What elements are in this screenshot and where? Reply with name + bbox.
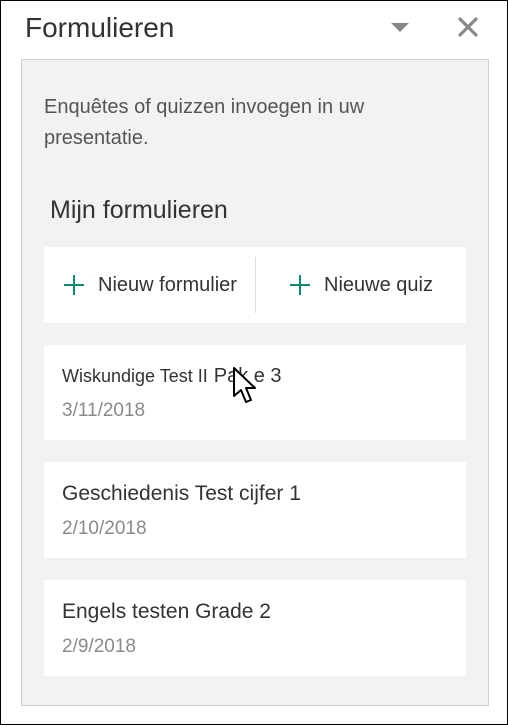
content-area: Enquêtes of quizzen invoegen in uw prese… [21,59,489,706]
forms-task-pane: Formulieren Enquêtes of quizzen invoegen… [1,1,508,726]
card-title: Engels testen Grade 2 [62,600,448,624]
card-title: Geschiedenis Test cijfer 1 [62,482,448,506]
pane-title: Formulieren [25,12,383,44]
card-date: 3/11/2018 [62,400,448,422]
form-card[interactable]: Engels testen Grade 2 2/9/2018 [44,580,466,676]
create-row: Nieuw formulier Nieuwe quiz [44,247,466,323]
card-date: 2/9/2018 [62,636,448,658]
titlebar: Formulieren [1,1,508,59]
card-header: Wiskundige Test II Pak e 3 [62,365,448,388]
card-subtitle: Pak e 3 [214,365,282,388]
new-quiz-label: Nieuwe quiz [324,274,433,297]
card-date: 2/10/2018 [62,518,448,540]
form-card[interactable]: Wiskundige Test II Pak e 3 3/11/2018 [44,345,466,440]
plus-icon [62,273,86,297]
form-card[interactable]: Geschiedenis Test cijfer 1 2/10/2018 [44,462,466,558]
plus-icon [288,273,312,297]
new-form-button[interactable]: Nieuw formulier [44,247,255,323]
pane-menu-button[interactable] [383,11,417,45]
close-icon [457,16,479,41]
close-button[interactable] [451,11,485,45]
caret-down-icon [391,21,409,36]
new-form-label: Nieuw formulier [98,274,237,297]
new-quiz-button[interactable]: Nieuwe quiz [255,247,466,323]
section-title: Mijn formulieren [50,196,466,225]
intro-text: Enquêtes of quizzen invoegen in uw prese… [44,92,466,154]
card-title: Wiskundige Test II [62,366,208,387]
